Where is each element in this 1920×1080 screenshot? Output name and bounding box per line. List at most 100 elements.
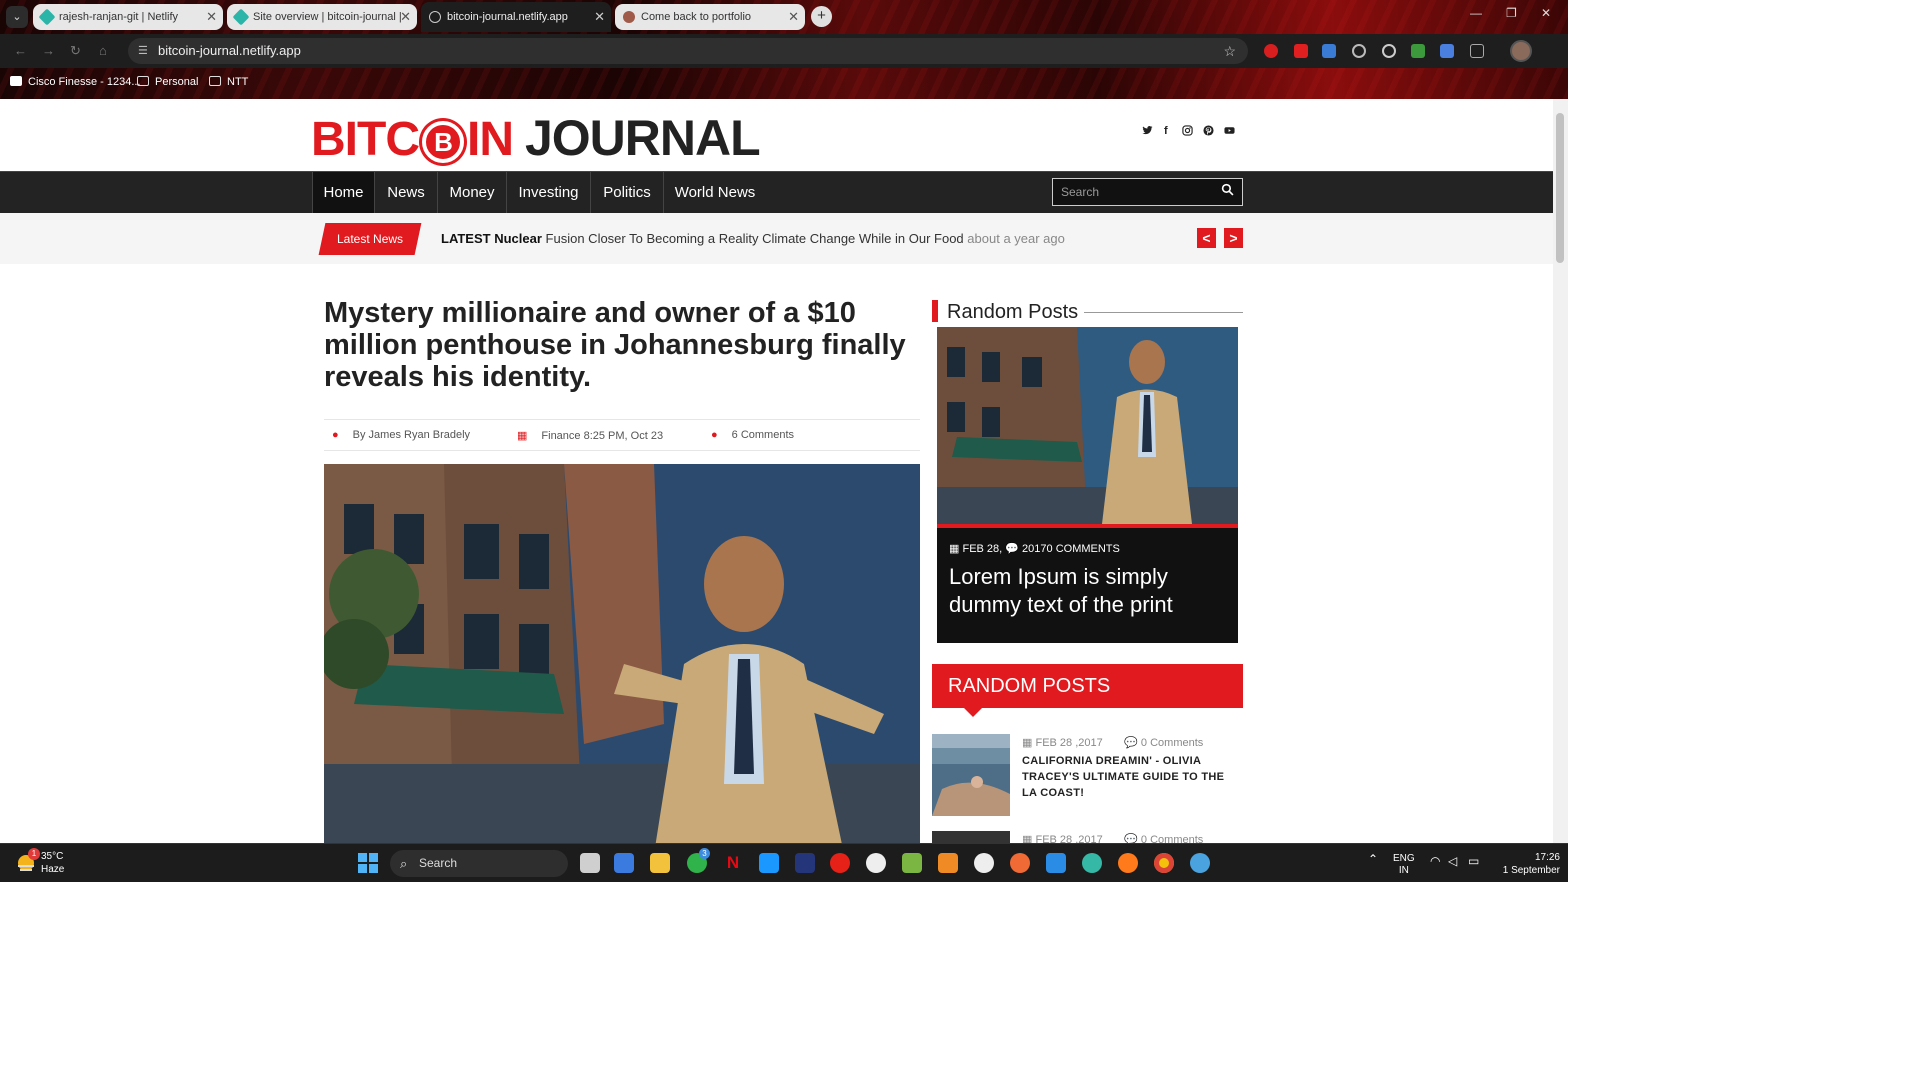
nav-home[interactable]: Home bbox=[312, 172, 375, 213]
instagram-icon[interactable] bbox=[1182, 125, 1193, 139]
extension-icon[interactable] bbox=[1440, 44, 1454, 58]
clock-time: 17:26 bbox=[1534, 852, 1560, 863]
github-icon[interactable] bbox=[866, 853, 886, 873]
search-icon[interactable] bbox=[1212, 179, 1242, 205]
profile-avatar[interactable] bbox=[1510, 40, 1532, 62]
store-icon[interactable] bbox=[614, 853, 634, 873]
bookmark-folder-ntt[interactable]: NTT bbox=[209, 76, 248, 88]
article-comments[interactable]: ● 6 Comments bbox=[711, 429, 794, 441]
weather-text[interactable]: 35°C Haze bbox=[41, 850, 64, 876]
url-field[interactable]: ☰ bitcoin-journal.netlify.app ☆ bbox=[128, 38, 1248, 64]
featured-post-title[interactable]: Lorem Ipsum is simply dummy text of the … bbox=[949, 563, 1229, 619]
chrome-icon[interactable] bbox=[1154, 853, 1174, 873]
article-author[interactable]: ● By James Ryan Bradely bbox=[332, 429, 470, 441]
random-post-item[interactable]: ▦ FEB 28 ,2017 💬 0 Comments CALIFORNIA D… bbox=[932, 734, 1243, 824]
language-indicator[interactable]: ENG IN bbox=[1393, 853, 1415, 877]
tab-bitcoin-journal[interactable]: bitcoin-journal.netlify.app ✕ bbox=[421, 2, 611, 32]
nav-world-news[interactable]: World News bbox=[664, 172, 766, 213]
bookmark-star-icon[interactable]: ☆ bbox=[1223, 38, 1236, 64]
file-explorer-icon[interactable] bbox=[650, 853, 670, 873]
extension-icon[interactable] bbox=[1294, 44, 1308, 58]
battery-icon[interactable]: ▭ bbox=[1468, 855, 1479, 867]
youtube-music-icon[interactable] bbox=[830, 853, 850, 873]
tab-site-overview[interactable]: Site overview | bitcoin-journal | ✕ bbox=[227, 4, 417, 30]
nav-news[interactable]: News bbox=[375, 172, 438, 213]
close-tab-icon[interactable]: ✕ bbox=[788, 4, 799, 30]
whatsapp-icon[interactable]: 3 bbox=[687, 848, 710, 873]
new-tab-button[interactable]: + bbox=[811, 6, 832, 27]
close-tab-icon[interactable]: ✕ bbox=[594, 2, 605, 32]
random-post-title[interactable]: CALIFORNIA DREAMIN' - OLIVIA TRACEY'S UL… bbox=[1022, 753, 1237, 801]
restore-icon[interactable]: ❐ bbox=[1506, 6, 1517, 20]
netflix-icon[interactable]: N bbox=[723, 853, 743, 873]
ticker-prev-button[interactable]: < bbox=[1197, 228, 1216, 248]
tray-chevron-icon[interactable]: ⌃ bbox=[1368, 853, 1378, 865]
logo-text-journal: JOURNAL bbox=[524, 110, 761, 166]
home-icon[interactable]: ⌂ bbox=[99, 43, 107, 58]
random-posts-banner: RANDOM POSTS bbox=[932, 664, 1243, 717]
sublime-icon[interactable] bbox=[938, 853, 958, 873]
main-nav: Home News Money Investing Politics World… bbox=[0, 171, 1553, 213]
firefox-icon[interactable] bbox=[1118, 853, 1138, 873]
tab-search-button[interactable]: ⌄ bbox=[6, 6, 28, 28]
pinterest-icon[interactable] bbox=[1203, 125, 1214, 139]
page-scrollbar[interactable] bbox=[1553, 99, 1568, 843]
vscode-icon[interactable] bbox=[1046, 853, 1066, 873]
site-info-icon[interactable]: ☰ bbox=[138, 38, 148, 64]
taskbar-search[interactable]: ⌕ Search bbox=[390, 850, 568, 877]
comments-icon: 💬 bbox=[1005, 543, 1019, 555]
back-icon[interactable]: ← bbox=[14, 43, 27, 58]
bookmark-cisco[interactable]: Cisco Finesse - 1234... bbox=[10, 76, 141, 88]
globe-app-icon[interactable] bbox=[1190, 853, 1210, 873]
nav-investing[interactable]: Investing bbox=[507, 172, 591, 213]
clock[interactable]: 17:26 1 September bbox=[1490, 851, 1560, 877]
featured-post-card[interactable]: ▦ FEB 28, 💬 20170 COMMENTS Lorem Ipsum i… bbox=[937, 327, 1238, 643]
tab-netlify-account[interactable]: rajesh-ranjan-git | Netlify ✕ bbox=[33, 4, 223, 30]
edge-icon[interactable] bbox=[1082, 853, 1102, 873]
twitter-icon[interactable] bbox=[1142, 125, 1153, 139]
scrollbar-thumb[interactable] bbox=[1556, 113, 1564, 263]
random-post-item[interactable]: ▦ FEB 28 ,2017 💬 0 Comments bbox=[932, 831, 1243, 843]
extensions-puzzle-icon[interactable] bbox=[1470, 44, 1484, 58]
tab-title: bitcoin-journal.netlify.app bbox=[447, 11, 568, 23]
youtube-icon[interactable] bbox=[1224, 125, 1235, 139]
site-logo[interactable]: BITC B IN JOURNAL bbox=[311, 109, 761, 167]
card-accent bbox=[937, 524, 1238, 528]
latest-news-badge: Latest News bbox=[318, 223, 422, 255]
forward-icon[interactable]: → bbox=[42, 43, 55, 58]
windows-start-icon[interactable] bbox=[358, 853, 378, 873]
facebook-icon[interactable]: f bbox=[1164, 125, 1168, 137]
ticker-next-button[interactable]: > bbox=[1224, 228, 1243, 248]
close-tab-icon[interactable]: ✕ bbox=[400, 4, 411, 30]
browser-frame: ⌄ rajesh-ranjan-git | Netlify ✕ Site ove… bbox=[0, 0, 1568, 99]
close-tab-icon[interactable]: ✕ bbox=[206, 4, 217, 30]
minimize-icon[interactable]: — bbox=[1470, 6, 1482, 20]
netlify-icon bbox=[232, 8, 250, 26]
weather-widget[interactable]: 1 bbox=[14, 848, 40, 875]
adblock-extension-icon[interactable] bbox=[1264, 44, 1278, 58]
featured-post-image bbox=[937, 327, 1238, 524]
nav-money[interactable]: Money bbox=[438, 172, 507, 213]
close-window-icon[interactable]: ✕ bbox=[1541, 6, 1551, 20]
ticker-headline[interactable]: LATEST Nuclear Fusion Closer To Becoming… bbox=[441, 231, 1065, 246]
article-category-date[interactable]: ▦ Finance 8:25 PM, Oct 23 bbox=[517, 429, 663, 442]
extension-icon[interactable] bbox=[1382, 44, 1396, 58]
tab-portfolio[interactable]: Come back to portfolio ✕ bbox=[615, 4, 805, 30]
calendar-icon: ▦ bbox=[1022, 834, 1033, 843]
amazon-music-icon[interactable] bbox=[795, 853, 815, 873]
bookmark-folder-personal[interactable]: Personal bbox=[137, 76, 198, 88]
cisco-icon bbox=[10, 76, 22, 86]
extension-icon[interactable] bbox=[1411, 44, 1425, 58]
extension-icon[interactable] bbox=[1352, 44, 1366, 58]
mongodb-icon[interactable] bbox=[974, 853, 994, 873]
extension-icon[interactable] bbox=[1322, 44, 1336, 58]
prime-video-icon[interactable] bbox=[759, 853, 779, 873]
postman-icon[interactable] bbox=[1010, 853, 1030, 873]
task-view-icon[interactable] bbox=[580, 853, 600, 873]
volume-icon[interactable]: ◁ bbox=[1448, 855, 1457, 867]
notepad-icon[interactable] bbox=[902, 853, 922, 873]
wifi-icon[interactable]: ◠ bbox=[1430, 855, 1440, 867]
nav-politics[interactable]: Politics bbox=[591, 172, 664, 213]
reload-icon[interactable]: ↻ bbox=[70, 43, 81, 59]
search-input[interactable] bbox=[1053, 179, 1213, 205]
